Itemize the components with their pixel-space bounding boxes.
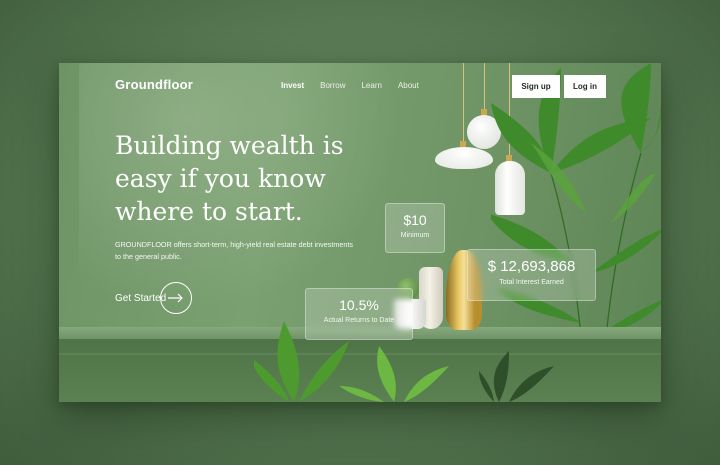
brand-logo[interactable]: Groundfloor	[115, 77, 193, 92]
stat-total-interest-label: Total Interest Earned	[499, 279, 564, 286]
main-nav: Invest Borrow Learn About	[281, 81, 419, 90]
log-in-button[interactable]: Log in	[564, 75, 606, 98]
stat-card-minimum: $10 Minimum	[385, 203, 445, 253]
dark-plant-image	[479, 351, 554, 402]
stat-total-interest-value: $ 12,693,868	[487, 258, 576, 275]
stat-returns-label: Actual Returns to Date	[323, 317, 395, 324]
arrow-right-circle-icon[interactable]	[160, 282, 193, 314]
nav-item-about[interactable]: About	[398, 81, 419, 90]
pendant-lamp-dome	[435, 147, 493, 169]
hero-subcopy: GROUNDFLOOR offers short-term, high-yiel…	[115, 240, 353, 261]
stat-returns-value: 10.5%	[339, 297, 379, 313]
nav-item-learn[interactable]: Learn	[361, 81, 381, 90]
stat-card-returns: 10.5% Actual Returns to Date	[305, 288, 413, 340]
stat-card-total-interest: $ 12,693,868 Total Interest Earned	[467, 249, 596, 301]
sign-up-button[interactable]: Sign up	[512, 75, 560, 98]
hero-headline: Building wealth is easy if you know wher…	[115, 131, 344, 226]
stat-minimum-value: $10	[403, 212, 427, 228]
nav-item-borrow[interactable]: Borrow	[320, 81, 345, 90]
stat-minimum-label: Minimum	[400, 232, 430, 239]
nav-item-invest[interactable]: Invest	[281, 81, 304, 90]
landing-page-window: Groundfloor Invest Borrow Learn About Si…	[59, 63, 661, 402]
get-started-button[interactable]: Get Started	[115, 282, 193, 314]
get-started-label: Get Started	[115, 292, 167, 304]
lamp-cord	[463, 63, 464, 149]
